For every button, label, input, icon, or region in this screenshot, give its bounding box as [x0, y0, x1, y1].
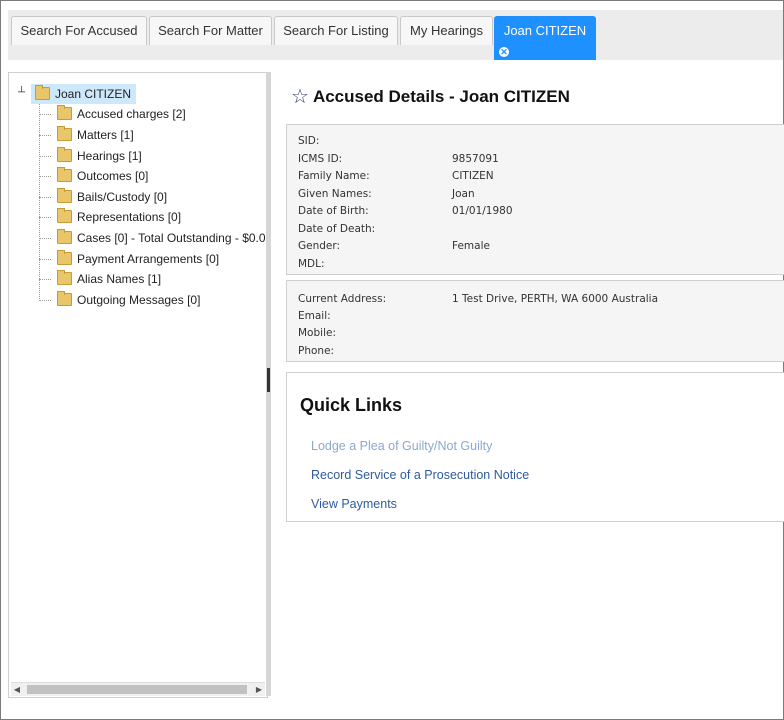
tree-connector	[39, 197, 51, 199]
tree-item-outcomes[interactable]: Outcomes [0]	[39, 166, 148, 186]
field-value-gender: Female	[452, 240, 490, 252]
field-value-icms-id: 9857091	[452, 153, 499, 165]
navigation-tree-panel: ┴ Joan CITIZEN Accused charges [2] Matte…	[8, 72, 268, 698]
tree-connector	[39, 279, 51, 281]
folder-icon	[57, 291, 72, 306]
tab-joan-citizen[interactable]: Joan CITIZEN ✕	[494, 16, 596, 60]
star-icon[interactable]: ☆	[291, 86, 309, 108]
field-value-date-of-birth: 01/01/1980	[452, 205, 513, 217]
tree-item-representations[interactable]: Representations [0]	[39, 207, 181, 227]
tree-item-matters[interactable]: Matters [1]	[39, 125, 134, 145]
field-value-family-name: CITIZEN	[452, 170, 494, 182]
view-payments-link[interactable]: View Payments	[311, 497, 397, 511]
tree-connector	[39, 300, 51, 302]
tree-item-label: Accused charges [2]	[77, 107, 186, 121]
tab-joan-citizen-label: Joan CITIZEN	[503, 23, 587, 38]
field-label-icms-id: ICMS ID:	[298, 153, 343, 165]
quick-links-title: Quick Links	[300, 395, 403, 415]
field-label-phone: Phone:	[298, 345, 335, 357]
tree-item-label: Hearings [1]	[77, 149, 142, 163]
folder-icon	[57, 229, 72, 244]
tree-item-label: Outgoing Messages [0]	[77, 293, 201, 307]
field-label-mdl: MDL:	[298, 258, 325, 270]
tree-connector	[39, 135, 51, 137]
field-label-sid: SID:	[298, 135, 320, 147]
tree-item-bails-custody[interactable]: Bails/Custody [0]	[39, 187, 167, 207]
field-label-gender: Gender:	[298, 240, 341, 252]
field-label-email: Email:	[298, 310, 331, 322]
field-label-date-of-birth: Date of Birth:	[298, 205, 369, 217]
tab-search-for-listing[interactable]: Search For Listing	[274, 16, 398, 45]
tree-connector	[39, 259, 51, 261]
tree-item-label: Alias Names [1]	[77, 272, 162, 286]
tree-connector	[39, 176, 51, 178]
record-service-link[interactable]: Record Service of a Prosecution Notice	[311, 468, 529, 482]
accused-details-box: SID: ICMS ID: 9857091 Family Name: CITIZ…	[286, 124, 784, 275]
tree-item-hearings[interactable]: Hearings [1]	[39, 146, 142, 166]
folder-icon	[57, 270, 72, 285]
tree-item-payment-arrangements[interactable]: Payment Arrangements [0]	[39, 249, 219, 269]
field-value-given-names: Joan	[452, 188, 475, 200]
field-label-mobile: Mobile:	[298, 327, 336, 339]
tree-item-label: Matters [1]	[77, 128, 134, 142]
tree-item-alias-names[interactable]: Alias Names [1]	[39, 269, 161, 289]
field-label-date-of-death: Date of Death:	[298, 223, 376, 235]
tree-item-label: Cases [0] - Total Outstanding - $0.00	[77, 231, 268, 245]
quick-links-box: Quick Links Lodge a Plea of Guilty/Not G…	[286, 372, 784, 522]
folder-icon	[57, 105, 72, 120]
field-value-current-address: 1 Test Drive, PERTH, WA 6000 Australia	[452, 293, 659, 305]
tree-item-label: Outcomes [0]	[77, 169, 149, 183]
page-title: ☆ Accused Details - Joan CITIZEN	[291, 84, 570, 109]
tree-connector	[39, 114, 51, 116]
tab-bar: Search For Accused Search For Matter Sea…	[8, 10, 783, 60]
scrollbar-thumb[interactable]	[27, 685, 247, 694]
folder-icon	[35, 85, 50, 100]
tree-item-cases[interactable]: Cases [0] - Total Outstanding - $0.00	[39, 228, 268, 248]
folder-icon	[57, 208, 72, 223]
tree-item-accused-charges[interactable]: Accused charges [2]	[39, 104, 186, 124]
scroll-right-icon[interactable]: ▶	[253, 683, 265, 696]
details-panel: ☆ Accused Details - Joan CITIZEN SID: ICM…	[271, 72, 784, 696]
folder-icon	[57, 167, 72, 182]
tab-my-hearings[interactable]: My Hearings	[400, 16, 493, 45]
tree-connector	[39, 156, 51, 158]
folder-icon	[57, 147, 72, 162]
splitter-grip-icon[interactable]	[267, 368, 270, 392]
tree-connector	[39, 217, 51, 219]
field-label-given-names: Given Names:	[298, 188, 372, 200]
page-title-text: Accused Details - Joan CITIZEN	[312, 87, 570, 106]
folder-icon	[57, 250, 72, 265]
field-label-current-address: Current Address:	[298, 293, 387, 305]
tab-search-for-matter[interactable]: Search For Matter	[149, 16, 272, 45]
collapse-icon[interactable]: ┴	[18, 87, 25, 98]
folder-icon	[57, 188, 72, 203]
horizontal-scrollbar[interactable]: ◀ ▶	[11, 682, 265, 696]
close-icon[interactable]: ✕	[499, 47, 509, 57]
tree-root-label: Joan CITIZEN	[55, 87, 132, 101]
tree-connector	[39, 238, 51, 240]
tree-item-label: Bails/Custody [0]	[77, 190, 168, 204]
lodge-plea-link[interactable]: Lodge a Plea of Guilty/Not Guilty	[311, 439, 492, 453]
tree-root-node[interactable]: Joan CITIZEN	[31, 84, 137, 104]
folder-icon	[57, 126, 72, 141]
tree-item-label: Representations [0]	[77, 210, 182, 224]
field-label-family-name: Family Name:	[298, 170, 370, 182]
tab-search-for-accused[interactable]: Search For Accused	[11, 16, 147, 45]
tree-item-label: Payment Arrangements [0]	[77, 252, 220, 266]
tree-item-outgoing-messages[interactable]: Outgoing Messages [0]	[39, 290, 200, 310]
contact-details-box: Current Address: 1 Test Drive, PERTH, WA…	[286, 280, 784, 362]
scroll-left-icon[interactable]: ◀	[11, 683, 23, 696]
